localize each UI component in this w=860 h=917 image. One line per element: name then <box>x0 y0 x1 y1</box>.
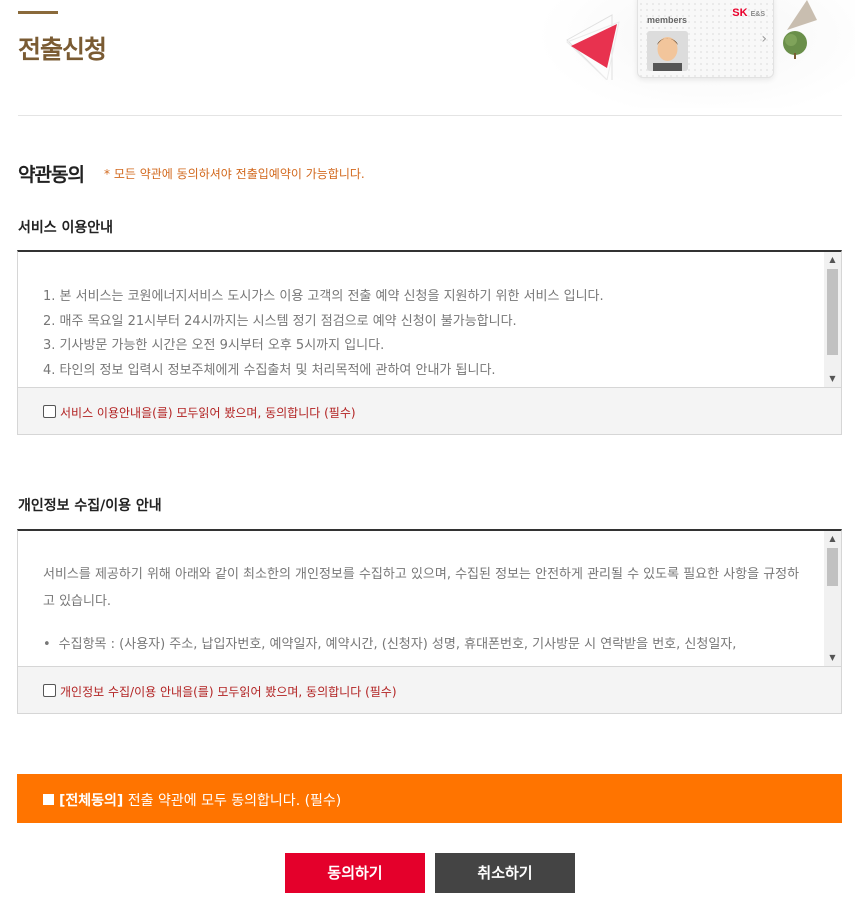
terms-line: 2. 매주 목요일 21시부터 24시까지는 시스템 정기 점검으로 예약 신청… <box>43 313 517 329</box>
privacy-terms-title: 개인정보 수집/이용 안내 <box>18 498 162 514</box>
agree-button[interactable]: 동의하기 <box>285 853 425 893</box>
scroll-up-arrow-icon[interactable]: ▲ <box>824 531 841 547</box>
privacy-terms-box: 서비스를 제공하기 위해 아래와 같이 최소한의 개인정보를 수집하고 있으며,… <box>17 529 842 714</box>
scrollbar-thumb[interactable] <box>827 269 838 355</box>
header-divider <box>18 115 842 116</box>
service-terms-agree-row[interactable]: 서비스 이용안내을(를) 모두읽어 봤으며, 동의합니다 (필수) <box>18 388 841 434</box>
all-agree-checkbox[interactable] <box>43 794 54 805</box>
gray-triangle-graphic <box>787 0 817 30</box>
service-terms-scrollbar[interactable]: ▲ ▼ <box>824 252 841 387</box>
service-terms-title: 서비스 이용안내 <box>18 220 114 236</box>
members-label: members <box>647 15 688 25</box>
avatar <box>647 31 688 71</box>
privacy-intro: 서비스를 제공하기 위해 아래와 같이 최소한의 개인정보를 수집하고 있으며,… <box>43 567 800 609</box>
scroll-down-arrow-icon[interactable]: ▼ <box>824 650 841 666</box>
title-accent-bar <box>18 11 58 14</box>
scrollbar-thumb[interactable] <box>827 548 838 586</box>
privacy-terms-scrollbar[interactable]: ▲ ▼ <box>824 531 841 666</box>
privacy-terms-content: 서비스를 제공하기 위해 아래와 같이 최소한의 개인정보를 수집하고 있으며,… <box>43 561 801 658</box>
service-terms-box: 1. 본 서비스는 코원에너지서비스 도시가스 이용 고객의 전출 예약 신청을… <box>17 250 842 435</box>
privacy-bullet: • 수집항목 : (사용자) 주소, 납입자번호, 예약일자, 예약시간, (신청… <box>43 637 737 652</box>
service-terms-checkbox[interactable] <box>43 405 56 418</box>
members-card: members SK E&S › <box>637 0 774 78</box>
scroll-up-arrow-icon[interactable]: ▲ <box>824 252 841 268</box>
sk-logo: SK E&S <box>732 7 765 19</box>
terms-line: 3. 기사방문 가능한 시간은 오전 9시부터 오후 5시까지 입니다. <box>43 338 385 353</box>
red-triangle-graphic <box>566 14 620 80</box>
service-terms-checkbox-label[interactable]: 서비스 이용안내을(를) 모두읽어 봤으며, 동의합니다 (필수) <box>60 404 356 421</box>
service-terms-content: 1. 본 서비스는 코원에너지서비스 도시가스 이용 고객의 전출 예약 신청을… <box>43 285 801 383</box>
page-title: 전출신청 <box>18 35 107 64</box>
header-banner: members SK E&S › <box>515 0 860 108</box>
privacy-terms-checkbox[interactable] <box>43 684 56 697</box>
scroll-down-arrow-icon[interactable]: ▼ <box>824 371 841 387</box>
agreement-note: * 모든 약관에 동의하셔야 전출입예약이 가능합니다. <box>104 167 365 181</box>
chevron-right-icon: › <box>761 31 767 47</box>
cancel-button[interactable]: 취소하기 <box>435 853 575 893</box>
all-agree-label[interactable]: [전체동의] 전출 약관에 모두 동의합니다. (필수) <box>59 790 341 810</box>
service-terms-scroll-area[interactable]: 1. 본 서비스는 코원에너지서비스 도시가스 이용 고객의 전출 예약 신청을… <box>18 252 841 388</box>
privacy-terms-checkbox-label[interactable]: 개인정보 수집/이용 안내을(를) 모두읽어 봤으며, 동의합니다 (필수) <box>60 683 397 700</box>
privacy-terms-agree-row[interactable]: 개인정보 수집/이용 안내을(를) 모두읽어 봤으며, 동의합니다 (필수) <box>18 667 841 713</box>
person-icon <box>647 31 688 71</box>
all-agree-bar[interactable]: [전체동의] 전출 약관에 모두 동의합니다. (필수) <box>17 774 842 823</box>
terms-line: 1. 본 서비스는 코원에너지서비스 도시가스 이용 고객의 전출 예약 신청을… <box>43 289 604 304</box>
privacy-terms-scroll-area[interactable]: 서비스를 제공하기 위해 아래와 같이 최소한의 개인정보를 수집하고 있으며,… <box>18 531 841 667</box>
tree-icon <box>783 31 807 59</box>
agreement-title: 약관동의 <box>18 164 85 186</box>
terms-line: 4. 타인의 정보 입력시 정보주체에게 수집출처 및 처리목적에 관하여 안내… <box>43 362 496 378</box>
page-header: 전출신청 members SK E&S › <box>0 0 860 116</box>
